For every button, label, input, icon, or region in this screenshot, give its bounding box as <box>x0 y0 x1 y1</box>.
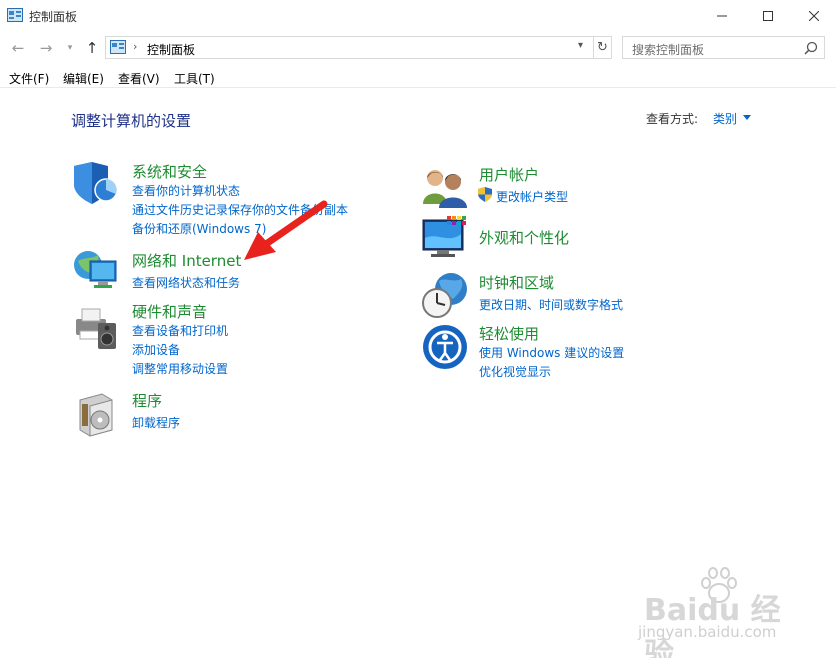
link-optimize-visual-display[interactable]: 优化视觉显示 <box>479 363 551 380</box>
category-network-internet[interactable]: 网络和 Internet <box>132 250 241 271</box>
menu-bar: 文件(F) 编辑(E) 查看(V) 工具(T) <box>0 66 836 88</box>
view-by-label: 查看方式: <box>646 112 699 126</box>
chevron-down-icon: ▾ <box>67 43 73 53</box>
programs-box-icon[interactable] <box>72 390 120 438</box>
search-input[interactable]: 搜索控制面板 <box>622 36 825 59</box>
link-windows-recommended-settings[interactable]: 使用 Windows 建议的设置 <box>479 344 624 361</box>
category-ease-of-access[interactable]: 轻松使用 <box>479 323 539 344</box>
watermark: Baidu 经验 jingyan.baidu.com <box>638 565 808 658</box>
link-mobility-settings[interactable]: 调整常用移动设置 <box>132 360 228 377</box>
watermark-brand: Baidu 经验 <box>644 593 781 658</box>
category-hardware-sound[interactable]: 硬件和声音 <box>132 301 207 322</box>
watermark-url: jingyan.baidu.com <box>638 623 777 641</box>
control-panel-icon <box>7 8 23 22</box>
menu-tools[interactable]: 工具(T) <box>174 70 215 87</box>
link-change-date-time-format[interactable]: 更改日期、时间或数字格式 <box>479 296 623 313</box>
search-placeholder: 搜索控制面板 <box>632 43 705 57</box>
category-user-accounts[interactable]: 用户帐户 <box>479 164 539 185</box>
minimize-icon <box>717 15 727 17</box>
ease-of-access-icon[interactable] <box>421 323 469 371</box>
refresh-button[interactable]: ↻ <box>594 36 612 59</box>
uac-shield-icon <box>478 187 492 202</box>
navigation-bar: ← → ▾ ↑ › 控制面板 ▾ ↻ 搜索控制面板 <box>0 32 836 64</box>
category-appearance[interactable]: 外观和个性化 <box>479 227 569 248</box>
arrow-right-icon: → <box>39 39 53 57</box>
security-shield-icon[interactable] <box>72 160 120 208</box>
appearance-monitor-icon[interactable] <box>421 214 469 262</box>
arrow-left-icon: ← <box>11 39 25 57</box>
category-system-security[interactable]: 系统和安全 <box>132 161 207 182</box>
recent-locations-button[interactable]: ▾ <box>60 39 80 57</box>
chevron-down-icon[interactable]: ▾ <box>578 40 583 51</box>
refresh-icon: ↻ <box>597 40 608 55</box>
breadcrumb[interactable]: 控制面板 <box>147 41 195 58</box>
category-clock-region[interactable]: 时钟和区域 <box>479 272 554 293</box>
dropdown-arrow-icon[interactable] <box>743 115 751 120</box>
maximize-icon <box>763 11 773 21</box>
printer-speaker-icon[interactable] <box>72 303 120 351</box>
maximize-button[interactable] <box>745 0 791 32</box>
link-uninstall-program[interactable]: 卸载程序 <box>132 414 180 431</box>
address-bar[interactable]: › 控制面板 ▾ <box>105 36 594 59</box>
network-globe-icon[interactable] <box>72 247 120 295</box>
title-bar: 控制面板 <box>0 0 836 32</box>
link-add-device[interactable]: 添加设备 <box>132 341 180 358</box>
close-button[interactable] <box>791 0 836 32</box>
forward-button[interactable]: → <box>36 39 56 57</box>
link-view-computer-status[interactable]: 查看你的计算机状态 <box>132 182 240 199</box>
back-button[interactable]: ← <box>8 39 28 57</box>
link-devices-printers[interactable]: 查看设备和打印机 <box>132 322 228 339</box>
arrow-up-icon: ↑ <box>85 39 99 57</box>
category-programs[interactable]: 程序 <box>132 390 162 411</box>
window-title: 控制面板 <box>29 10 78 24</box>
menu-file[interactable]: 文件(F) <box>9 70 49 87</box>
menu-edit[interactable]: 编辑(E) <box>63 70 104 87</box>
up-button[interactable]: ↑ <box>82 39 102 57</box>
link-change-account-type[interactable]: 更改帐户类型 <box>496 188 568 205</box>
clock-globe-icon[interactable] <box>421 271 469 319</box>
breadcrumb-separator-icon: › <box>133 40 138 53</box>
link-network-status[interactable]: 查看网络状态和任务 <box>132 274 240 291</box>
page-title: 调整计算机的设置 <box>71 112 192 130</box>
minimize-button[interactable] <box>699 0 745 32</box>
user-accounts-icon[interactable] <box>421 164 469 212</box>
control-panel-icon <box>110 40 126 54</box>
annotation-arrow-icon <box>244 200 328 260</box>
search-icon[interactable] <box>804 41 818 55</box>
view-by-dropdown[interactable]: 类别 <box>713 110 737 127</box>
close-icon <box>809 11 819 21</box>
menu-view[interactable]: 查看(V) <box>118 70 160 87</box>
